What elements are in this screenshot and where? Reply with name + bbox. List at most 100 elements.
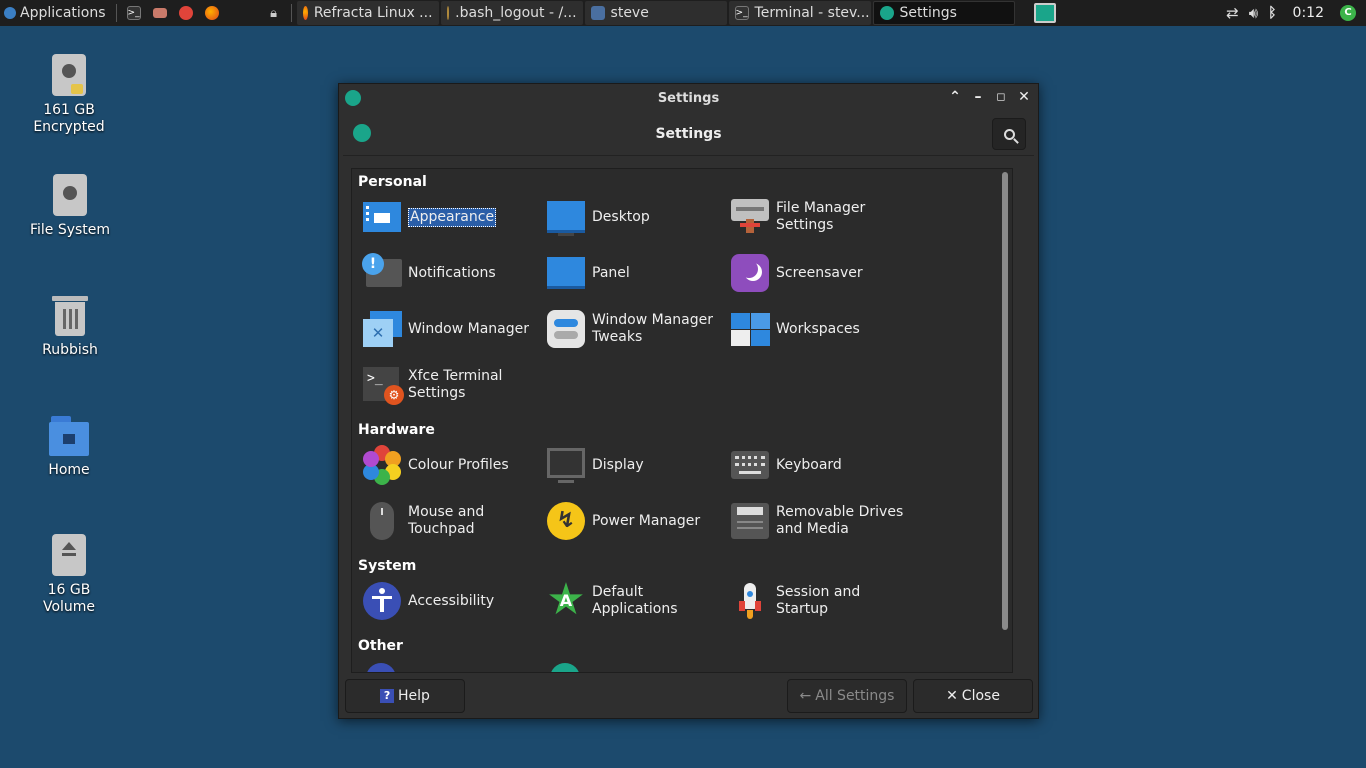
bluetooth-icon[interactable]: ᛒ xyxy=(1268,5,1276,21)
section-hardware: Hardware xyxy=(358,422,435,438)
item-label: Accessibility xyxy=(408,592,495,609)
desktop-icon-file-system[interactable]: File System xyxy=(20,174,120,239)
all-settings-button[interactable]: ← All Settings xyxy=(787,679,907,713)
settings-item-panel[interactable]: Panel xyxy=(546,252,726,294)
desktop-icon-label: 16 GB Volume xyxy=(42,582,96,615)
terminal-launcher[interactable]: >_ xyxy=(121,0,147,26)
minimize-button[interactable]: – xyxy=(972,89,984,105)
xfce-logo-icon xyxy=(4,7,16,19)
help-button[interactable]: ? Help xyxy=(345,679,465,713)
item-label: File Manager Settings xyxy=(776,200,866,233)
settings-item-appearance[interactable]: Appearance xyxy=(362,196,542,238)
item-label: Notifications xyxy=(408,264,496,281)
settings-item-file-manager[interactable]: File Manager Settings xyxy=(730,196,910,238)
web-browser-launcher[interactable] xyxy=(173,0,199,26)
item-label: Xfce Terminal Settings xyxy=(408,368,503,401)
desktop-icon-volume[interactable]: 16 GB Volume xyxy=(19,534,119,616)
task-settings[interactable]: Settings xyxy=(872,1,1015,25)
task-steve[interactable]: steve xyxy=(584,1,727,25)
accessibility-icon xyxy=(362,581,402,621)
settings-item-notifications[interactable]: ! Notifications xyxy=(362,252,542,294)
item-label: Panel xyxy=(592,264,630,281)
desktop-icon-label: Home xyxy=(48,462,90,478)
vertical-scrollbar[interactable] xyxy=(1002,172,1008,630)
settings-item-xfce-terminal[interactable]: >_ ⚙ Xfce Terminal Settings xyxy=(362,364,542,406)
window-titlebar[interactable]: Settings ⌃ – ◻ ✕ xyxy=(339,84,1038,112)
maximize-button[interactable]: ◻ xyxy=(995,89,1007,105)
mouse-icon xyxy=(362,501,402,541)
settings-item-power-manager[interactable]: ↯ Power Manager xyxy=(546,500,726,542)
home-folder-icon xyxy=(49,414,89,456)
file-manager-settings-icon xyxy=(730,197,770,237)
close-label: Close xyxy=(961,688,1000,704)
item-label: Default Applications xyxy=(592,584,678,617)
panel-separator xyxy=(290,4,292,22)
desktop-icon-label: 161 GB Encrypted xyxy=(33,102,105,135)
search-button[interactable] xyxy=(992,118,1026,150)
settings-item-wm-tweaks[interactable]: Window Manager Tweaks xyxy=(546,308,726,350)
folder-icon xyxy=(590,6,605,20)
settings-item-session-startup[interactable]: Session and Startup xyxy=(730,580,910,622)
workspace-switcher[interactable] xyxy=(1033,0,1056,26)
display-icon xyxy=(546,445,586,485)
close-window-button[interactable]: ✕ xyxy=(1018,89,1030,105)
firefox-launcher[interactable] xyxy=(199,0,225,26)
encrypted-drive-icon xyxy=(51,54,87,96)
removable-media-icon xyxy=(730,501,770,541)
terminal-icon: >_ xyxy=(126,6,141,20)
appearance-icon xyxy=(362,197,402,237)
arrow-left-icon: ← xyxy=(799,688,812,704)
window-title: Settings xyxy=(657,90,720,106)
volume-icon[interactable]: 🔊︎ xyxy=(1249,4,1258,22)
settings-item-other-1[interactable] xyxy=(362,660,542,672)
item-label: Screensaver xyxy=(776,264,863,281)
top-panel: Applications >_ 🔒︎ Refracta Linux ... .b… xyxy=(0,0,1366,26)
panel-separator xyxy=(115,4,117,22)
keyboard-icon xyxy=(730,445,770,485)
browser-icon xyxy=(178,6,193,20)
desktop-icon-rubbish[interactable]: Rubbish xyxy=(20,294,120,359)
removable-drive-icon xyxy=(51,534,87,576)
power-icon: ↯ xyxy=(546,501,586,541)
shade-button[interactable]: ⌃ xyxy=(949,89,961,105)
desktop-icon-encrypted[interactable]: 161 GB Encrypted xyxy=(19,54,119,136)
settings-item-workspaces[interactable]: Workspaces xyxy=(730,308,910,350)
lock-screen-launcher[interactable]: 🔒︎ xyxy=(261,0,287,26)
settings-item-accessibility[interactable]: Accessibility xyxy=(362,580,542,622)
settings-item-desktop[interactable]: Desktop xyxy=(546,196,726,238)
clock[interactable]: 0:12 xyxy=(1293,5,1324,21)
applications-menu[interactable]: Applications xyxy=(0,0,112,26)
settings-item-other-2[interactable] xyxy=(546,660,726,672)
settings-item-mouse[interactable]: Mouse and Touchpad xyxy=(362,500,542,542)
desktop-icon-label: File System xyxy=(29,222,111,238)
file-manager-launcher[interactable] xyxy=(147,0,173,26)
terminal-settings-icon: >_ ⚙ xyxy=(362,365,404,405)
item-label: Appearance xyxy=(408,207,497,227)
brush-icon xyxy=(152,8,167,18)
item-label: Display xyxy=(592,456,644,473)
item-label: Removable Drives and Media xyxy=(776,504,904,537)
settings-item-window-manager[interactable]: ✕ Window Manager xyxy=(362,308,542,350)
settings-item-display[interactable]: Display xyxy=(546,444,726,486)
workspaces-icon xyxy=(730,309,770,349)
settings-item-removable-drives[interactable]: Removable Drives and Media xyxy=(730,500,910,542)
close-button[interactable]: ✕ Close xyxy=(913,679,1033,713)
settings-item-keyboard[interactable]: Keyboard xyxy=(730,444,910,486)
network-icon[interactable]: ⇄ xyxy=(1226,4,1239,22)
task-terminal[interactable]: >_ Terminal - stev... xyxy=(728,1,871,25)
item-label: Window Manager xyxy=(408,320,530,337)
default-applications-icon: ★ A xyxy=(546,574,586,625)
task-refracta[interactable]: Refracta Linux ... xyxy=(296,1,439,25)
firefox-icon xyxy=(302,6,308,20)
task-bash-logout[interactable]: .bash_logout - /... xyxy=(440,1,583,25)
settings-item-colour-profiles[interactable]: Colour Profiles xyxy=(362,444,542,486)
settings-item-default-applications[interactable]: ★ A Default Applications xyxy=(546,574,726,625)
item-label: Session and Startup xyxy=(776,584,861,617)
settings-window: Settings ⌃ – ◻ ✕ Settings Personal Appea… xyxy=(338,83,1039,719)
settings-item-screensaver[interactable]: Screensaver xyxy=(730,252,910,294)
desktop-icon-home[interactable]: Home xyxy=(19,414,119,479)
trash-icon xyxy=(52,294,88,336)
settings-list[interactable]: Personal Appearance Desktop File Manager… xyxy=(351,168,1013,673)
toggles-icon xyxy=(546,309,586,349)
updates-icon[interactable]: C xyxy=(1340,5,1356,21)
